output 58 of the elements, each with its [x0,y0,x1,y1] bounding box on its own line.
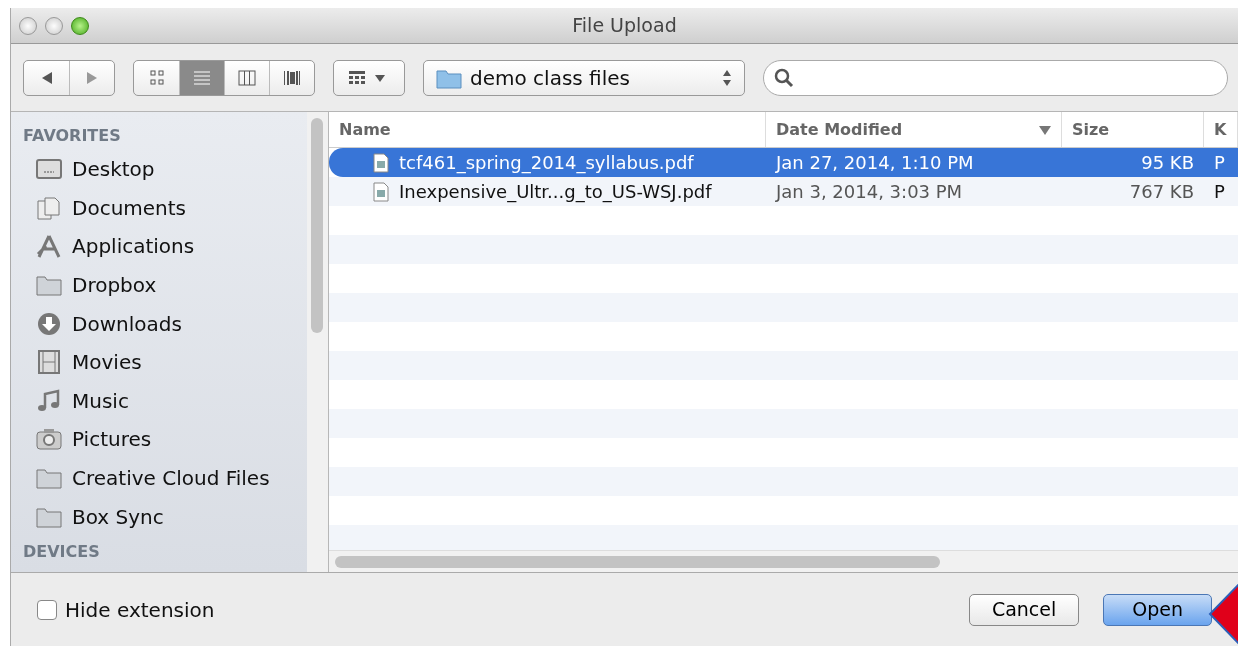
view-switcher[interactable] [133,59,315,96]
sidebar-item[interactable]: Downloads [11,304,307,343]
stepper-icon [722,68,732,87]
file-name: tcf461_spring_2014_syllabus.pdf [399,151,694,176]
music-note-icon [36,388,62,413]
date-cell-text: Jan 3, 2014, 3:03 PM [774,180,964,204]
window-title: File Upload [572,13,677,39]
kind-cell-text: P [1213,180,1226,204]
open-button[interactable]: Open [1103,593,1212,626]
documents-icon [36,195,62,220]
date-cell-text: Jan 27, 2014, 1:10 PM [774,151,975,175]
pointer-arrow [1208,582,1238,646]
sidebar-item[interactable]: Movies [11,342,307,382]
cancel-button[interactable]: Cancel [968,593,1080,626]
section-heading: DEVICES [22,540,101,563]
sidebar-item[interactable]: Pictures [11,420,307,459]
size-cell-text: 767 KB [1128,180,1195,204]
file-row[interactable]: tcf461_spring_2014_syllabus.pdf Jan 27, 2014, 1:10 PM 95 KB P [329,148,1238,177]
sidebar-item[interactable]: Creative Cloud Files [11,458,307,498]
scrollbar-thumb[interactable] [311,118,323,333]
pdf-file-icon [373,181,389,202]
sidebar-item[interactable]: Dropbox [11,265,307,305]
list-view-icon [193,69,211,86]
desktop-icon [36,157,62,182]
zoom-button[interactable] [71,16,89,35]
sidebar-item[interactable]: Documents [11,188,307,228]
pdf-file-icon [373,152,389,173]
download-icon [36,311,62,336]
section-heading: FAVORITES [22,125,122,147]
sidebar-item[interactable]: Music [11,381,307,421]
sidebar-item[interactable]: Box Sync [11,497,307,536]
scrollbar-thumb[interactable] [335,556,940,568]
column-header[interactable]: Size [1062,112,1204,147]
minimize-button[interactable] [45,16,63,35]
folder-icon [36,273,62,298]
size-cell-text: 95 KB [1140,151,1195,175]
column-view-icon [238,69,256,86]
kind-cell-text: P [1213,151,1226,175]
camera-icon [36,427,62,452]
search-icon [774,67,794,88]
folder-icon [36,466,62,491]
cover-flow-icon [283,69,301,86]
icon-view-icon [147,69,166,86]
hide-extension-checkbox[interactable]: Hide extension [37,594,215,625]
search-field[interactable] [763,59,1228,96]
column-header[interactable]: K [1204,112,1238,147]
film-icon [36,350,62,375]
sidebar-item[interactable]: Applications [11,227,307,266]
sort-icon [1039,124,1051,135]
file-row[interactable]: Inexpensive_Ultr...g_to_US-WSJ.pdf Jan 3, 2014, 3:03 PM 767 KB P [329,177,1238,206]
applications-icon [36,234,62,259]
forward-icon [85,70,99,85]
close-button[interactable] [19,16,37,35]
sidebar-item[interactable]: Desktop [11,150,307,189]
file-name: Inexpensive_Ultr...g_to_US-WSJ.pdf [399,180,712,205]
location-dropdown[interactable]: demo class files [423,59,745,96]
column-header[interactable]: Name [329,112,766,147]
column-header[interactable]: Date Modified [766,112,1062,147]
